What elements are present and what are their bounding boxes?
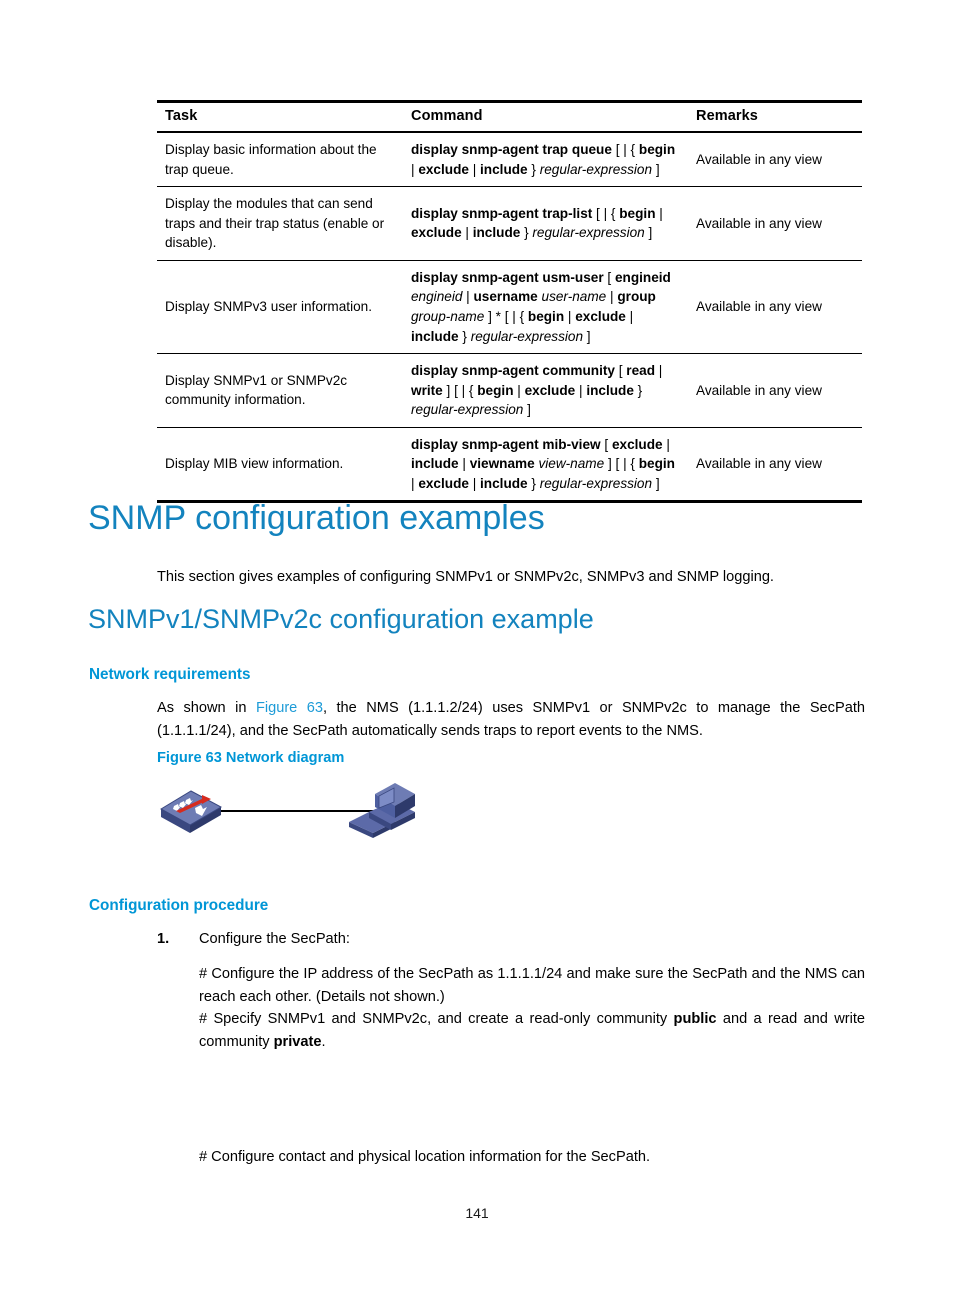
command-reference-table: Task Command Remarks Display basic infor… <box>157 100 862 504</box>
table-row: Display MIB view information. display sn… <box>157 427 862 504</box>
table-row: Display basic information about the trap… <box>157 132 862 188</box>
intro-paragraph: This section gives examples of configuri… <box>157 569 774 585</box>
procedure-note-communities: # Specify SNMPv1 and SNMPv2c, and create… <box>199 1011 866 1050</box>
cell-task: Display SNMPv1 or SNMPv2c community info… <box>157 353 403 428</box>
cell-task: Display MIB view information. <box>157 427 403 504</box>
display-commands-table: Task Command Remarks Display basic infor… <box>157 100 862 504</box>
table-row: Display the modules that can send traps … <box>157 186 862 261</box>
cell-remarks: Available in any view <box>688 132 862 188</box>
table-row: Display SNMPv3 user information. display… <box>157 260 862 355</box>
column-header-command: Command <box>403 100 688 133</box>
cell-remarks: Available in any view <box>688 353 862 428</box>
cell-command: display snmp-agent community [ read | wr… <box>403 353 688 428</box>
cell-task: Display SNMPv3 user information. <box>157 260 403 355</box>
table-header: Task Command Remarks <box>157 100 862 133</box>
cell-remarks: Available in any view <box>688 186 862 261</box>
workstation-pc-icon <box>349 783 415 838</box>
procedure-step-1: 1. Configure the SecPath: <box>157 928 867 951</box>
procedure-note-ip-address: # Configure the IP address of the SecPat… <box>199 966 865 1005</box>
figure-caption: Figure 63 Network diagram <box>157 750 345 766</box>
document-page: Task Command Remarks Display basic infor… <box>0 0 954 1296</box>
cell-remarks: Available in any view <box>688 260 862 355</box>
procedure-note-contact-location: # Configure contact and physical locatio… <box>199 1149 651 1165</box>
cell-command: display snmp-agent mib-view [ exclude | … <box>403 427 688 504</box>
table-row: Display SNMPv1 or SNMPv2c community info… <box>157 353 862 428</box>
cell-remarks: Available in any view <box>688 427 862 504</box>
column-header-task: Task <box>157 100 403 133</box>
network-requirements-paragraph: As shown in Figure 63, the NMS (1.1.1.2/… <box>157 700 865 739</box>
cell-task: Display basic information about the trap… <box>157 132 403 188</box>
subheading-configuration-procedure: Configuration procedure <box>89 897 269 914</box>
subheading-network-requirements: Network requirements <box>89 666 251 683</box>
step-text: Configure the SecPath: <box>199 931 350 947</box>
section-heading-snmp-configuration-examples: SNMP configuration examples <box>88 499 545 537</box>
network-diagram-figure <box>157 778 427 840</box>
router-firewall-icon <box>159 790 223 833</box>
table-body: Display basic information about the trap… <box>157 132 862 504</box>
section-heading-snmpv1-snmpv2c-configuration-example: SNMPv1/SNMPv2c configuration example <box>88 604 594 634</box>
cell-command: display snmp-agent usm-user [ engineid e… <box>403 260 688 355</box>
cell-command: display snmp-agent trap queue [ | { begi… <box>403 132 688 188</box>
step-number: 1. <box>157 931 170 947</box>
cell-task: Display the modules that can send traps … <box>157 186 403 261</box>
column-header-remarks: Remarks <box>688 100 862 133</box>
cell-command: display snmp-agent trap-list [ | { begin… <box>403 186 688 261</box>
page-number: 141 <box>465 1205 489 1221</box>
table-header-row: Task Command Remarks <box>157 100 862 133</box>
